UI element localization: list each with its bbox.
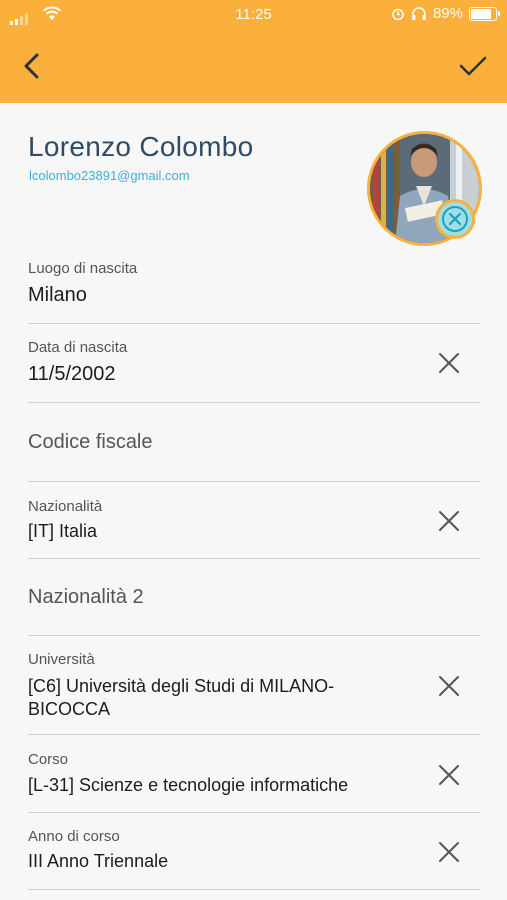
- birthplace-value: Milano: [28, 284, 87, 306]
- close-icon: [439, 765, 459, 785]
- birthdate-value: 11/5/2002: [28, 363, 116, 385]
- clear-university-button[interactable]: [438, 675, 460, 697]
- university-field[interactable]: Università [C6] Università degli Studi d…: [28, 637, 480, 735]
- year-label: Anno di corso: [28, 828, 120, 845]
- clear-birthdate-button[interactable]: [438, 352, 460, 374]
- birthdate-label: Data di nascita: [28, 339, 128, 356]
- course-field[interactable]: Corso [L-31] Scienze e tecnologie inform…: [28, 736, 480, 813]
- headphones-icon: [411, 6, 426, 20]
- battery-level: [471, 8, 491, 19]
- year-value: III Anno Triennale: [28, 851, 169, 871]
- nationality-value: [IT] Italia: [28, 521, 98, 541]
- chevron-left-icon: [24, 53, 39, 79]
- birthplace-label: Luogo di nascita: [28, 260, 138, 277]
- course-value: [L-31] Scienze e tecnologie informatiche: [28, 775, 349, 795]
- clear-nationality-button[interactable]: [438, 510, 460, 532]
- back-button[interactable]: [18, 50, 48, 82]
- tax-code-field[interactable]: Codice fiscale: [28, 404, 480, 482]
- save-button[interactable]: [457, 52, 489, 80]
- birthplace-field[interactable]: Luogo di nascita Milano: [28, 250, 480, 324]
- remove-photo-button[interactable]: [435, 199, 475, 239]
- nationality-label: Nazionalità: [28, 498, 103, 515]
- university-value-line2: BICOCCA: [28, 699, 111, 719]
- check-icon: [459, 56, 487, 76]
- tax-code-placeholder: Codice fiscale: [28, 431, 153, 453]
- close-icon: [439, 353, 459, 373]
- close-icon: [439, 676, 459, 696]
- close-icon: [439, 842, 459, 862]
- close-icon: [442, 206, 468, 232]
- course-label: Corso: [28, 751, 69, 768]
- clear-course-button[interactable]: [438, 764, 460, 786]
- profile-name: Lorenzo Colombo: [28, 131, 254, 162]
- nationality-field[interactable]: Nazionalità [IT] Italia: [28, 483, 480, 559]
- app-header: 11:25 89%: [0, 0, 507, 103]
- close-icon: [439, 511, 459, 531]
- clear-year-button[interactable]: [438, 841, 460, 863]
- status-bar: 11:25 89%: [0, 0, 507, 30]
- year-field[interactable]: Anno di corso III Anno Triennale: [28, 814, 480, 890]
- battery-percentage: 89%: [432, 5, 463, 22]
- university-value-line1: [C6] Università degli Studi di MILANO-: [28, 676, 335, 696]
- battery-icon: [469, 6, 500, 21]
- birthdate-field[interactable]: Data di nascita 11/5/2002: [28, 325, 480, 403]
- alarm-icon: [392, 8, 404, 20]
- nationality2-placeholder: Nazionalità 2: [28, 586, 144, 608]
- university-label: Università: [28, 651, 95, 668]
- nationality2-field[interactable]: Nazionalità 2: [28, 560, 480, 636]
- profile-email: lcolombo23891@gmail.com: [29, 168, 190, 183]
